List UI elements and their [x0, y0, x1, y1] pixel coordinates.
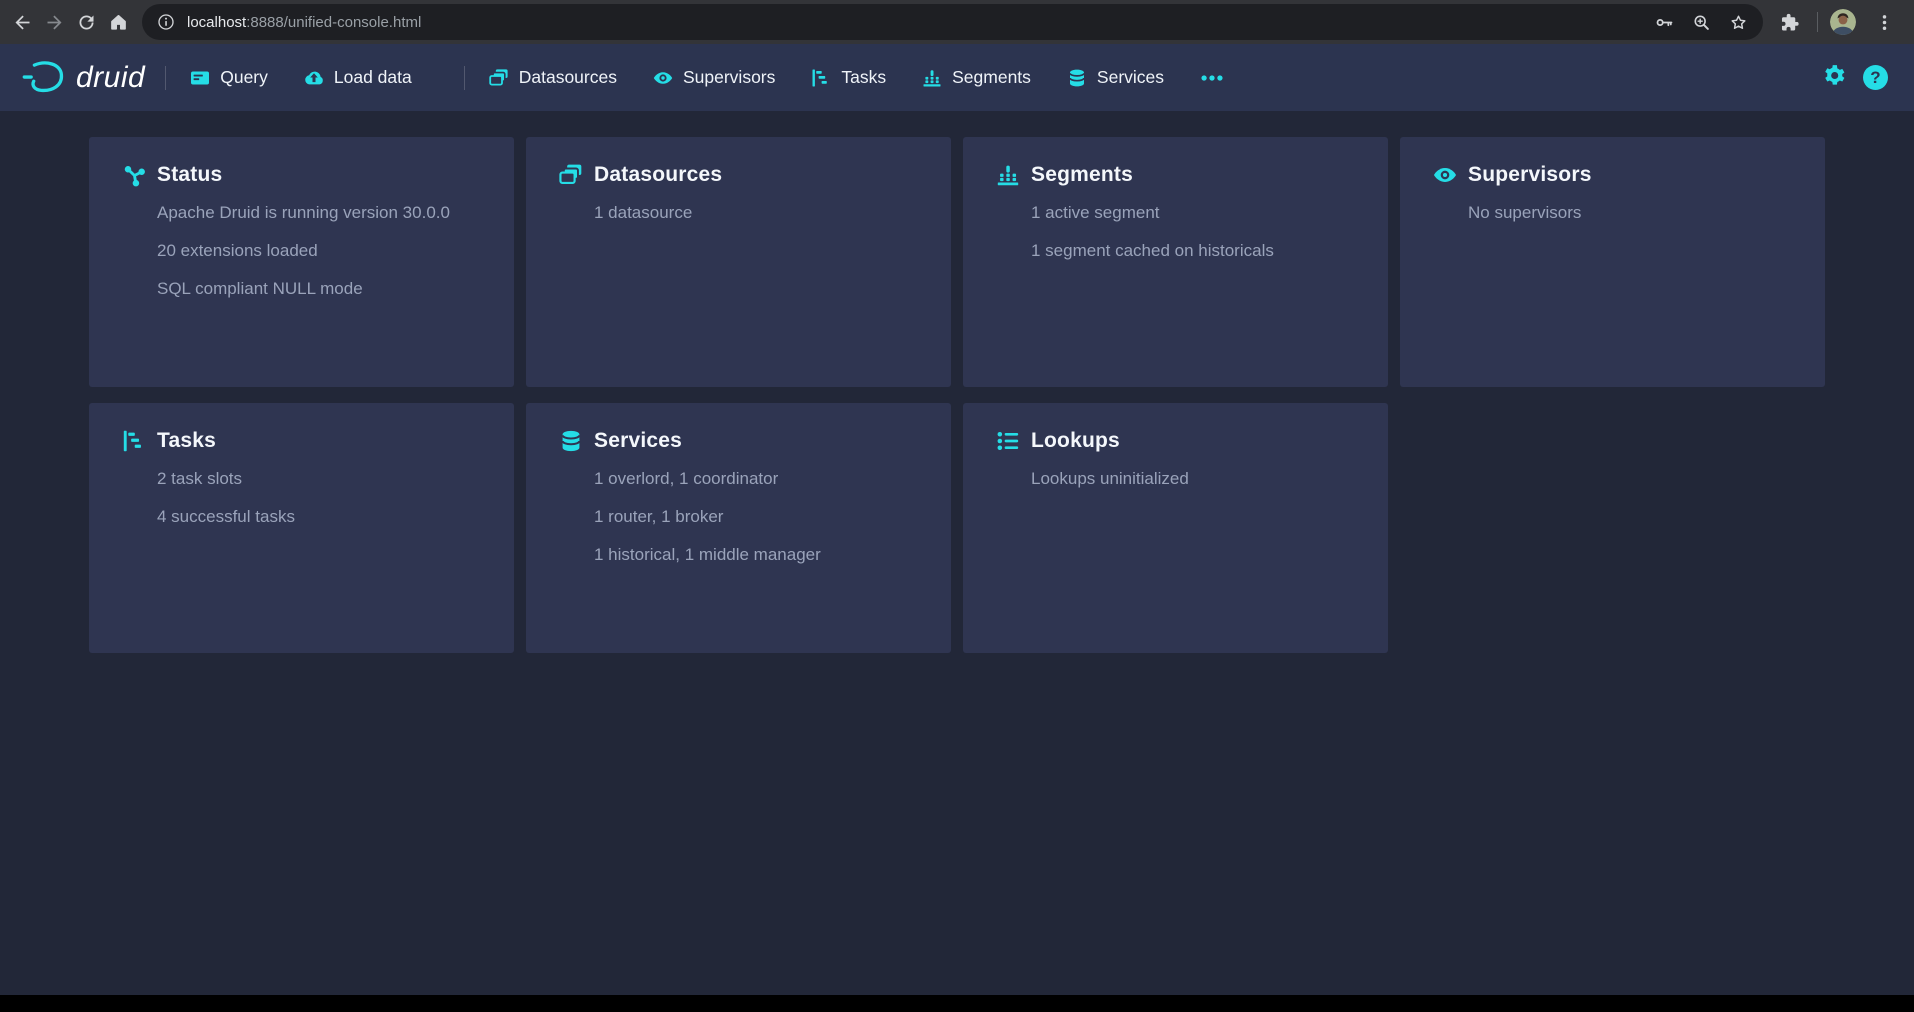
menu-kebab-icon	[1874, 12, 1895, 33]
tasks-card[interactable]: Tasks 2 task slots 4 successful tasks	[89, 403, 514, 653]
password-key-icon[interactable]	[1654, 12, 1675, 33]
reload-button[interactable]	[70, 6, 102, 38]
card-title: Lookups	[1031, 429, 1120, 453]
nav-item-segments[interactable]: Segments	[918, 61, 1035, 94]
more-dots-icon	[1200, 66, 1224, 90]
nav-item-label: Datasources	[519, 67, 617, 88]
lookups-card[interactable]: Lookups Lookups uninitialized	[963, 403, 1388, 653]
home-cards-grid: Status Apache Druid is running version 3…	[0, 111, 1914, 653]
url-text[interactable]: localhost:8888/unified-console.html	[187, 14, 421, 31]
card-line: SQL compliant NULL mode	[157, 280, 486, 299]
supervisors-card[interactable]: Supervisors No supervisors	[1400, 137, 1825, 387]
card-title: Status	[157, 163, 222, 187]
cloud-upload-icon	[304, 68, 324, 88]
site-info-icon	[156, 12, 176, 32]
datasources-card[interactable]: Datasources 1 datasource	[526, 137, 951, 387]
browser-menu-button[interactable]	[1868, 6, 1900, 38]
card-line: Apache Druid is running version 30.0.0	[157, 204, 486, 223]
omnibox[interactable]: localhost:8888/unified-console.html	[142, 4, 1763, 40]
avatar-image	[1830, 9, 1856, 35]
status-card[interactable]: Status Apache Druid is running version 3…	[89, 137, 514, 387]
card-line: No supervisors	[1468, 204, 1797, 223]
nav-item-load-data[interactable]: Load data	[300, 61, 416, 94]
card-line: 4 successful tasks	[157, 508, 486, 527]
nav-item-services[interactable]: Services	[1063, 61, 1168, 94]
gear-icon	[1822, 63, 1847, 88]
graph-icon	[122, 163, 146, 187]
nav-item-label: Load data	[334, 67, 412, 88]
card-line: 1 segment cached on historicals	[1031, 242, 1360, 261]
properties-icon	[996, 429, 1020, 453]
bookmark-star-icon[interactable]	[1728, 12, 1749, 33]
toolbar-divider	[1817, 12, 1818, 32]
browser-toolbar: localhost:8888/unified-console.html	[0, 0, 1914, 44]
navbar-divider	[464, 66, 465, 90]
url-path: :8888/unified-console.html	[246, 14, 421, 31]
database-icon	[559, 429, 583, 453]
card-line: 1 active segment	[1031, 204, 1360, 223]
card-line: Lookups uninitialized	[1031, 470, 1360, 489]
home-icon	[108, 12, 129, 33]
database-icon	[1067, 68, 1087, 88]
card-title: Services	[594, 429, 682, 453]
card-line: 20 extensions loaded	[157, 242, 486, 261]
settings-button[interactable]	[1822, 63, 1847, 93]
forward-icon	[44, 12, 65, 33]
card-title: Datasources	[594, 163, 722, 187]
nav-item-supervisors[interactable]: Supervisors	[649, 61, 779, 94]
eye-icon	[1433, 163, 1457, 187]
timeline-bar-chart-icon	[996, 163, 1020, 187]
avatar[interactable]	[1830, 9, 1856, 35]
segments-card[interactable]: Segments 1 active segment 1 segment cach…	[963, 137, 1388, 387]
card-line: 1 overlord, 1 coordinator	[594, 470, 923, 489]
site-info-button[interactable]	[152, 8, 180, 36]
multi-select-icon	[559, 163, 583, 187]
home-button[interactable]	[102, 6, 134, 38]
services-card[interactable]: Services 1 overlord, 1 coordinator 1 rou…	[526, 403, 951, 653]
console-icon	[190, 68, 210, 88]
druid-navbar: druid Query Load data Datasources	[0, 44, 1914, 111]
card-line: 1 router, 1 broker	[594, 508, 923, 527]
nav-item-label: Query	[220, 67, 268, 88]
reload-icon	[76, 12, 97, 33]
nav-item-tasks[interactable]: Tasks	[807, 61, 890, 94]
zoom-in-icon[interactable]	[1691, 12, 1712, 33]
nav-item-label: Segments	[952, 67, 1031, 88]
nav-item-label: Tasks	[841, 67, 886, 88]
card-line: 1 historical, 1 middle manager	[594, 546, 923, 565]
brand-wordmark: druid	[76, 61, 145, 95]
card-title: Tasks	[157, 429, 216, 453]
multi-select-icon	[489, 68, 509, 88]
forward-button[interactable]	[38, 6, 70, 38]
help-button[interactable]: ?	[1863, 65, 1888, 90]
timeline-bar-chart-icon	[922, 68, 942, 88]
bottom-black-strip	[0, 995, 1914, 1012]
help-icon: ?	[1870, 68, 1880, 88]
card-title: Supervisors	[1468, 163, 1592, 187]
back-icon	[12, 12, 33, 33]
druid-logo-icon	[22, 59, 66, 96]
gantt-chart-icon	[811, 68, 831, 88]
navbar-divider	[165, 66, 166, 90]
eye-icon	[653, 68, 673, 88]
nav-item-query[interactable]: Query	[186, 61, 272, 94]
card-title: Segments	[1031, 163, 1133, 187]
nav-item-label: Supervisors	[683, 67, 775, 88]
card-line: 2 task slots	[157, 470, 486, 489]
card-line: 1 datasource	[594, 204, 923, 223]
extensions-button[interactable]	[1773, 6, 1805, 38]
nav-item-label: Services	[1097, 67, 1164, 88]
nav-item-datasources[interactable]: Datasources	[485, 61, 621, 94]
back-button[interactable]	[6, 6, 38, 38]
nav-more-button[interactable]	[1196, 60, 1228, 96]
url-host: localhost	[187, 14, 246, 31]
extensions-puzzle-icon	[1779, 12, 1800, 33]
brand-logo[interactable]: druid	[22, 59, 145, 96]
gantt-chart-icon	[122, 429, 146, 453]
